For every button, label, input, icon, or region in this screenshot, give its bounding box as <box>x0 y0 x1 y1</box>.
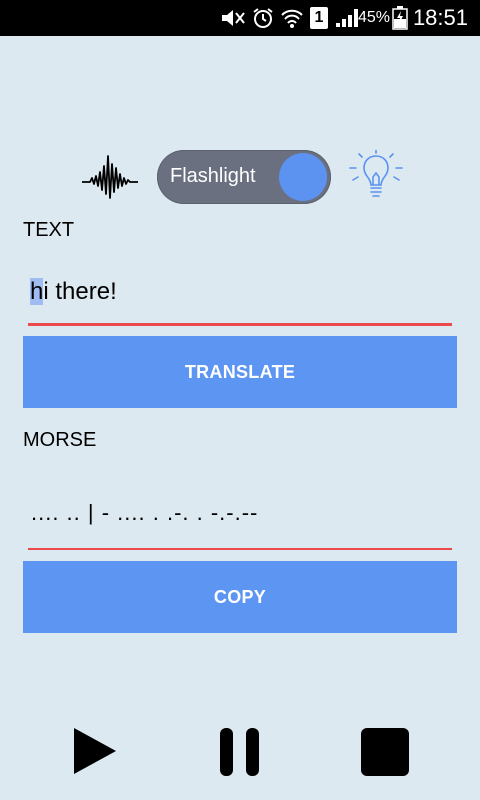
text-section-label: TEXT <box>23 219 75 241</box>
mode-row: Flashlight <box>0 150 480 206</box>
status-bar: 1 45% 18:51 <box>0 0 480 36</box>
text-selection: h <box>30 278 44 305</box>
sim-icon: 1 <box>310 7 328 29</box>
wifi-icon <box>281 9 303 28</box>
morse-section-label: MORSE <box>23 429 97 451</box>
morse-output[interactable]: .... .. | - .... . .-. . -.-.-- <box>28 488 452 550</box>
toggle-label: Flashlight <box>170 165 256 187</box>
text-input-underline <box>28 323 452 326</box>
copy-button[interactable]: COPY <box>23 561 457 633</box>
translate-button[interactable]: TRANSLATE <box>23 336 457 408</box>
stop-icon[interactable] <box>361 728 409 776</box>
battery-icon <box>392 6 408 30</box>
text-input[interactable]: hi there! <box>28 268 452 326</box>
lightbulb-icon[interactable] <box>347 150 405 202</box>
toggle-knob[interactable] <box>279 153 327 201</box>
text-input-value[interactable]: hi there! <box>30 278 117 306</box>
status-icons: 1 <box>220 6 360 30</box>
play-icon[interactable] <box>72 726 118 776</box>
text-rest: i there! <box>43 278 117 305</box>
flashlight-toggle[interactable]: Flashlight <box>157 150 331 204</box>
pause-icon[interactable] <box>220 728 260 776</box>
battery-percent: 45% <box>357 9 390 26</box>
alarm-icon <box>253 8 273 28</box>
mute-icon <box>222 10 245 26</box>
morse-output-value[interactable]: .... .. | - .... . .-. . -.-.-- <box>31 500 258 526</box>
sim-label: 1 <box>314 9 324 26</box>
sound-wave-icon[interactable] <box>82 152 138 200</box>
signal-icon <box>336 9 358 27</box>
morse-output-underline <box>28 548 452 550</box>
clock: 18:51 <box>412 5 468 30</box>
